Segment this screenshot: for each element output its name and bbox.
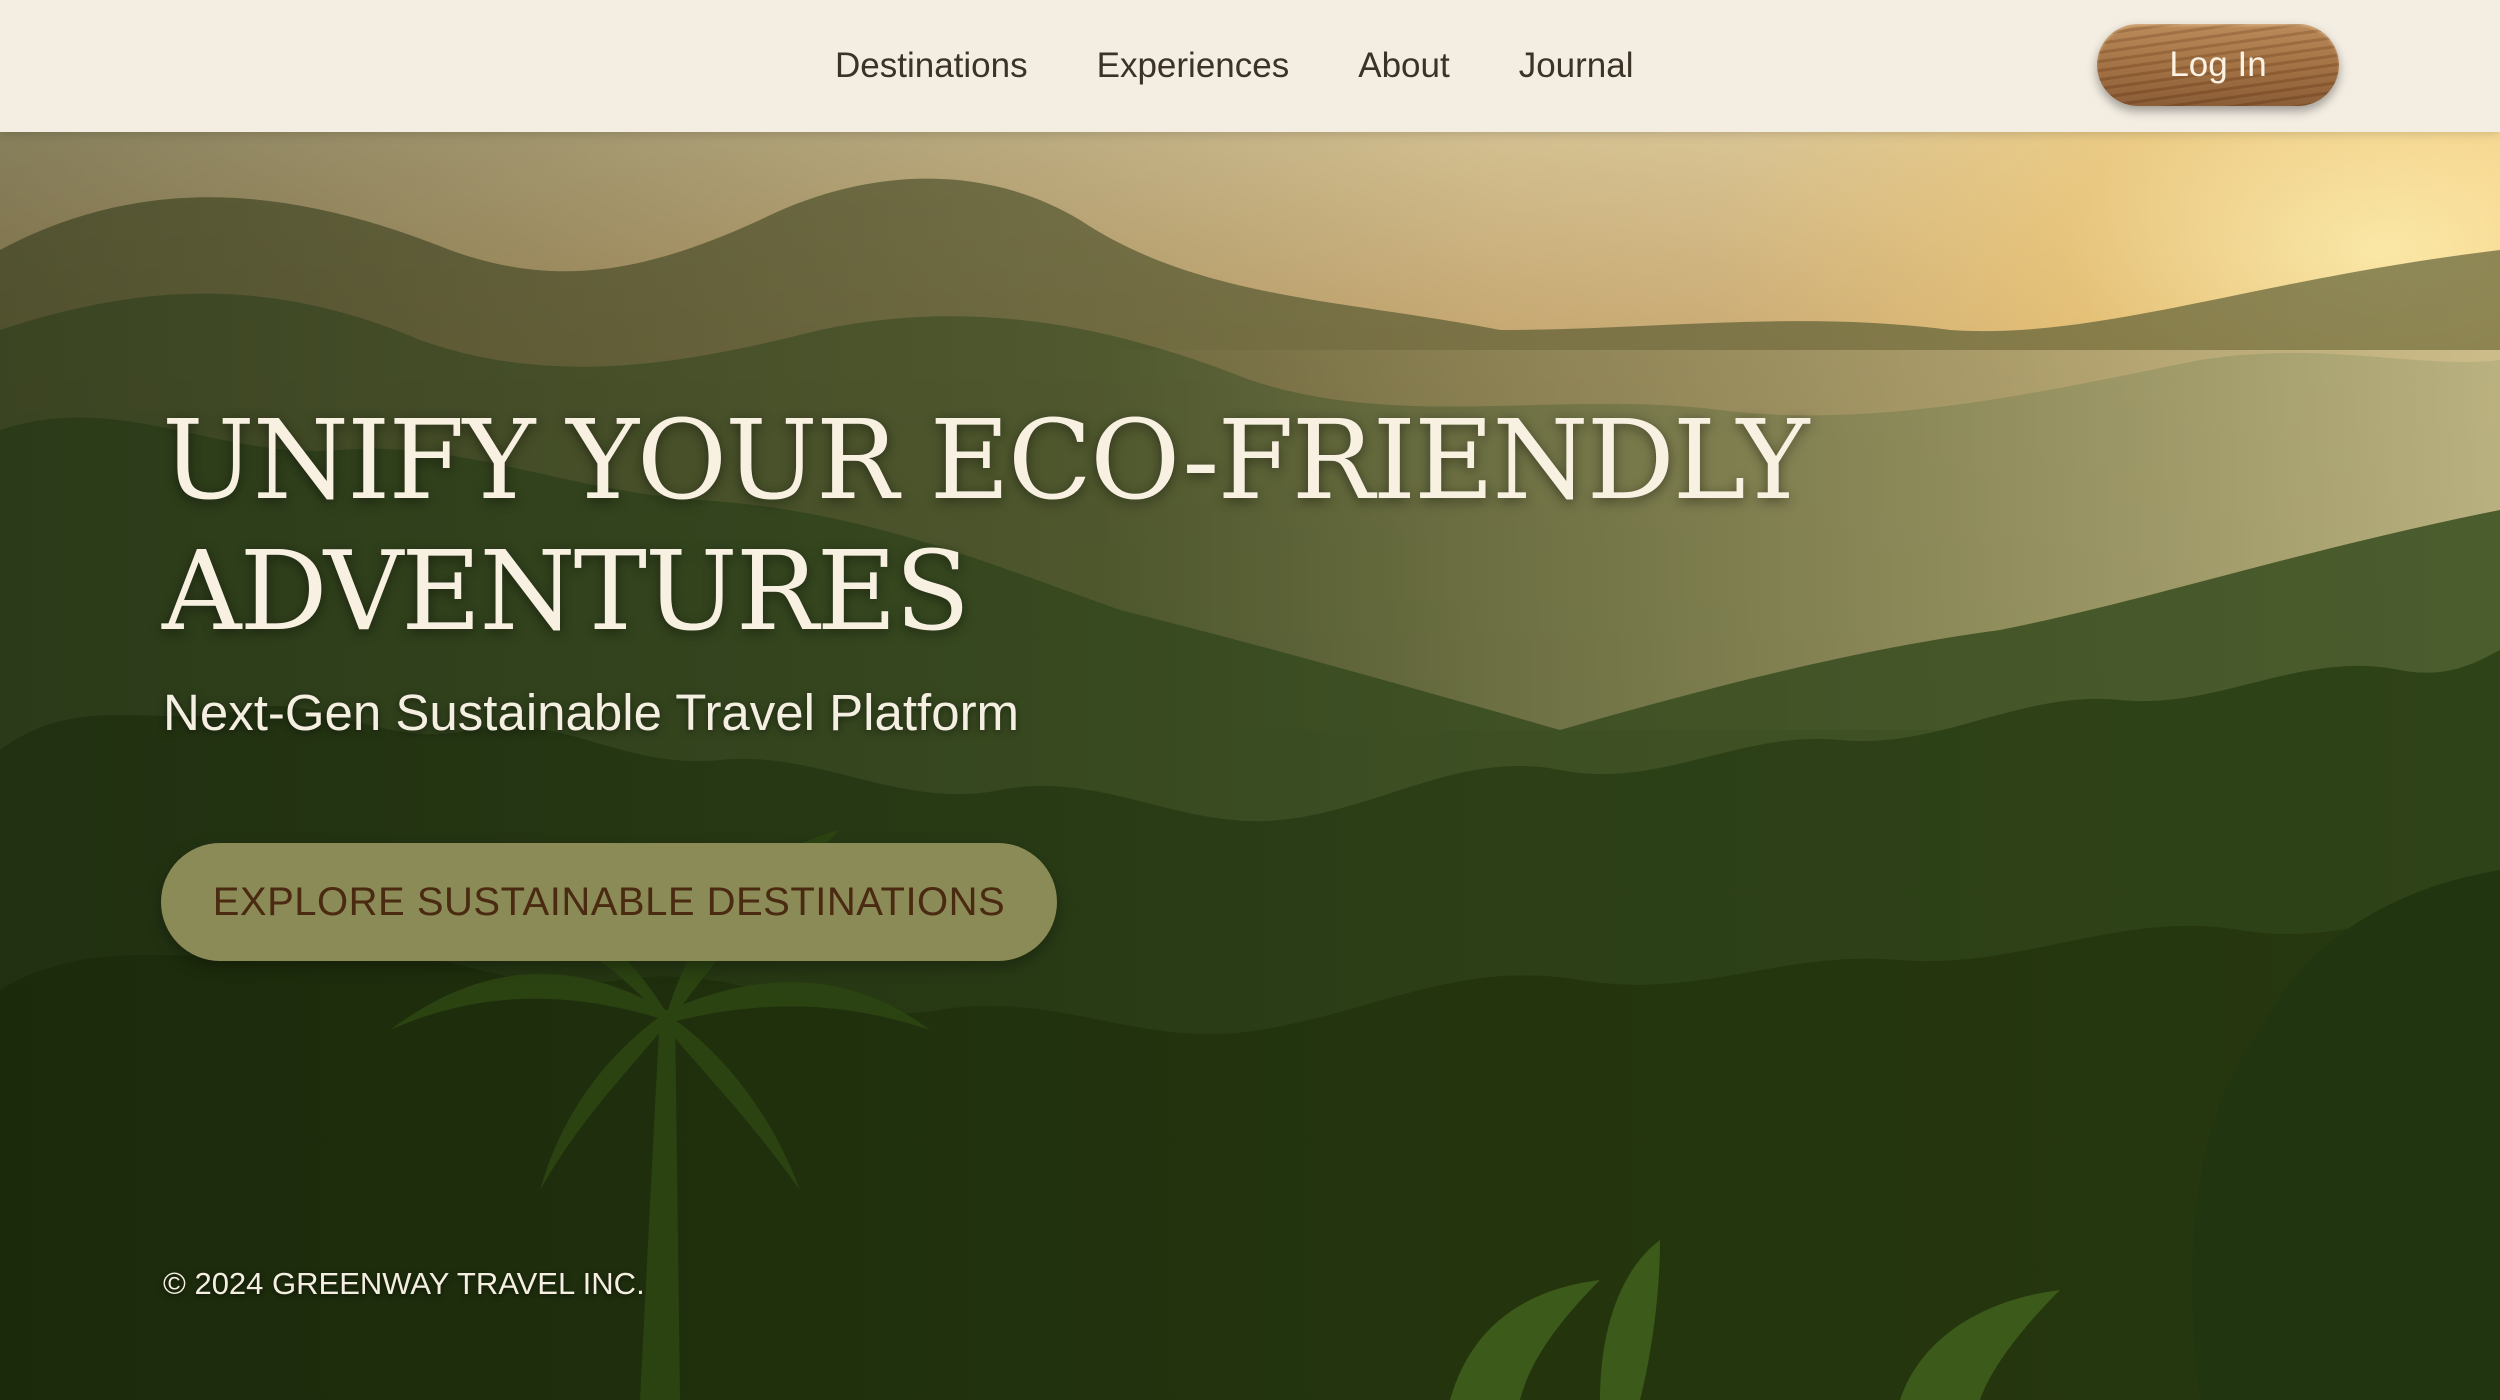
copyright-text: © 2024 GREENWAY TRAVEL INC.	[163, 1266, 645, 1301]
nav-link-destinations[interactable]: Destinations	[835, 46, 1028, 86]
rainforest-landscape-illustration	[0, 130, 2500, 1400]
hero-title-line-1: UNIFY YOUR ECO-FRIENDLY	[162, 396, 1809, 524]
nav-link-about[interactable]: About	[1358, 46, 1449, 86]
hero-subtitle: Next-Gen Sustainable Travel Platform	[163, 684, 1020, 741]
main-nav: Destinations Experiences About Journal	[835, 0, 1633, 132]
landing-page: Destinations Experiences About Journal L…	[0, 0, 2500, 1400]
hero-title: UNIFY YOUR ECO-FRIENDLY ADVENTURES	[162, 395, 2062, 657]
hero-title-line-2: ADVENTURES	[162, 527, 970, 655]
nav-link-experiences[interactable]: Experiences	[1097, 46, 1290, 86]
nav-link-journal[interactable]: Journal	[1519, 46, 1634, 86]
top-navbar: Destinations Experiences About Journal L…	[0, 0, 2500, 132]
explore-destinations-button[interactable]: EXPLORE SUSTAINABLE DESTINATIONS	[161, 843, 1057, 961]
hero-background-image	[0, 130, 2500, 1400]
login-button[interactable]: Log In	[2097, 24, 2339, 106]
